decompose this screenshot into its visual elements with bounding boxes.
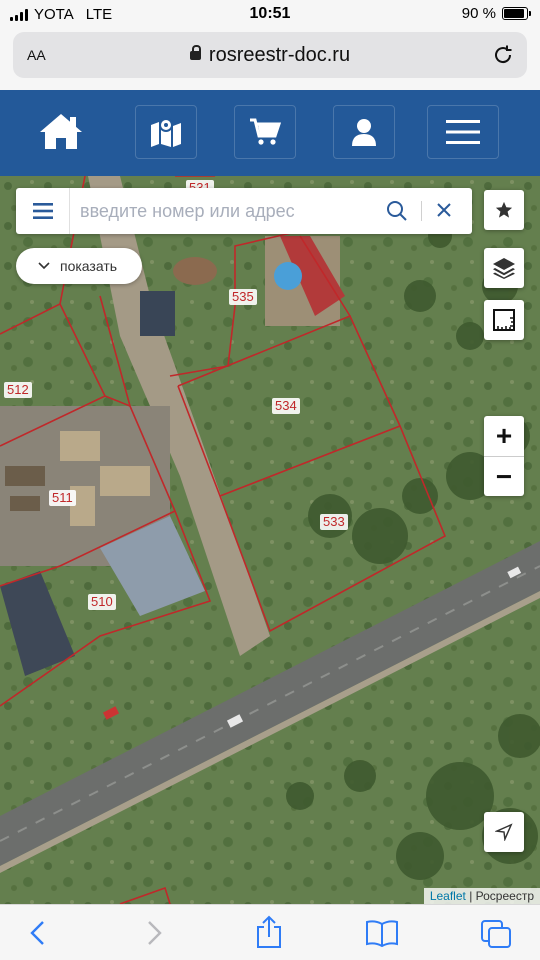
status-bar: YOTA LTE 10:51 90 % [0,0,540,28]
attribution-source: Росреестр [475,889,534,903]
hamburger-icon [446,120,480,144]
favorites-button[interactable] [484,190,524,230]
url-text: rosreestr-doc.ru [208,44,351,66]
share-icon[interactable] [255,915,283,949]
search-menu-button[interactable] [16,188,70,234]
menu-button[interactable] [427,105,499,159]
plot-label[interactable]: 510 [88,594,116,610]
plot-label[interactable]: 511 [49,490,76,506]
search-input[interactable] [80,196,380,226]
lock-icon [189,45,201,60]
reload-icon[interactable] [491,43,515,67]
home-icon [40,114,82,149]
close-icon[interactable] [434,200,454,220]
layers-icon [493,258,515,279]
back-icon[interactable] [28,919,48,947]
layers-button[interactable] [484,248,524,288]
plot-label[interactable]: 534 [272,398,300,414]
cart-icon [250,118,281,145]
user-icon [352,119,376,146]
measure-button[interactable] [484,300,524,340]
plot-label[interactable]: 533 [320,514,348,530]
satellite-imagery [0,176,540,904]
chevron-down-icon [38,262,50,270]
map-view[interactable]: 531 535 512 534 511 533 510 показать + −… [0,176,540,904]
address-bar[interactable]: AA rosreestr-doc.ru [13,32,527,78]
menu-icon [32,203,53,219]
battery-percent: 90 % [461,5,496,22]
battery-icon [502,7,531,20]
forward-icon[interactable] [144,919,164,947]
locate-button[interactable] [484,812,524,852]
home-button[interactable] [30,105,92,159]
zoom-in-button[interactable]: + [484,416,524,456]
map-search-bar [16,188,472,234]
zoom-control: + − [484,416,524,496]
zoom-out-button[interactable]: − [484,456,524,496]
search-divider [421,201,422,221]
attribution-separator: | [465,889,476,903]
user-button[interactable] [333,105,395,159]
show-button[interactable]: показать [16,248,142,284]
map-button[interactable] [135,105,197,159]
clock: 10:51 [249,5,291,22]
site-header [0,90,540,176]
cart-button[interactable] [234,105,296,159]
plot-label[interactable]: 512 [4,382,32,398]
location-arrow-icon [495,823,513,841]
map-icon [151,118,181,147]
search-icon[interactable] [386,200,408,222]
star-icon [495,201,513,218]
map-attribution: Leaflet | Росреестр [423,888,540,904]
bookmarks-icon[interactable] [365,919,399,947]
show-button-label: показать [60,258,118,274]
plot-label[interactable]: 535 [229,289,257,305]
browser-address-area: AA rosreestr-doc.ru [0,28,540,90]
leaflet-link[interactable]: Leaflet [430,889,466,903]
browser-toolbar [0,904,540,960]
url-display[interactable]: rosreestr-doc.ru [13,44,527,67]
ruler-icon [493,309,515,331]
tabs-icon[interactable] [480,919,512,949]
